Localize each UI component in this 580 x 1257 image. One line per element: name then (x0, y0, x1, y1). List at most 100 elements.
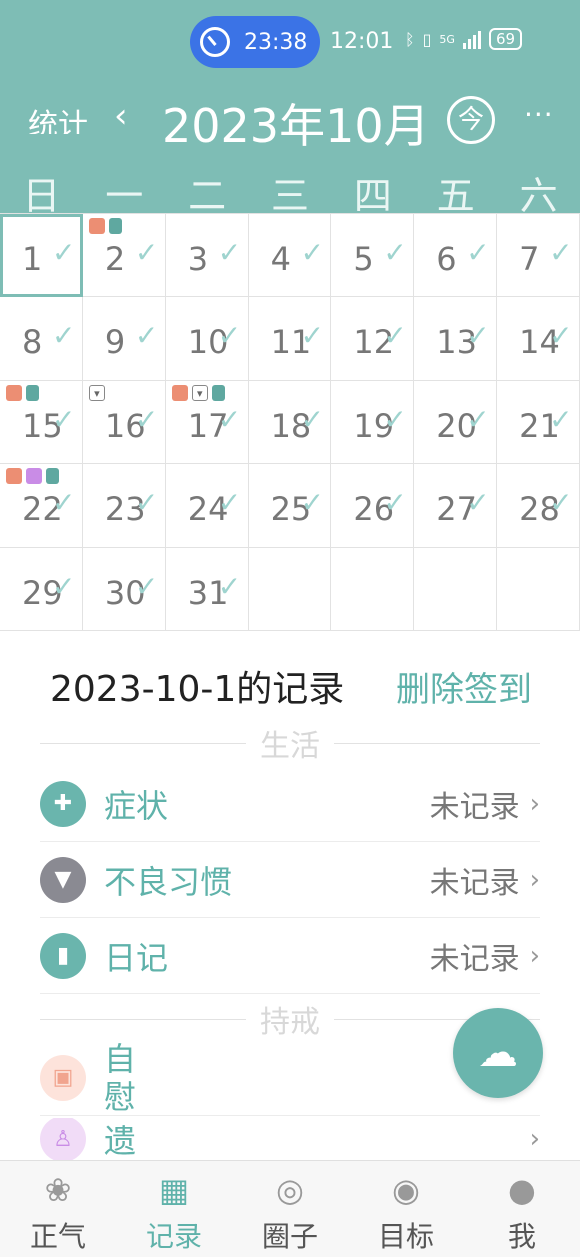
tab-goals[interactable]: ◉ 目标 (348, 1161, 464, 1257)
checkin-check-icon: ✓ (217, 236, 242, 269)
calendar-day[interactable]: 19 ✓ (331, 380, 415, 465)
calendar-day[interactable]: 6 ✓ (414, 214, 498, 298)
calendar-day[interactable]: 24 ✓ (165, 464, 249, 548)
calendar-day[interactable]: 30 ✓ (82, 547, 166, 631)
calendar-day[interactable]: 1 ✓ (0, 214, 83, 298)
calendar-day[interactable]: 29 ✓ (0, 547, 83, 631)
weekday-label: 六 (519, 174, 558, 218)
calendar-day[interactable]: 3 ✓ (165, 214, 249, 298)
circle-icon: ◎ (276, 1171, 304, 1209)
record-row-symptom[interactable]: ✚ 症状 未记录 › (40, 766, 540, 842)
record-row-bad-habit[interactable]: ▼ 不良习惯 未记录 › (40, 842, 540, 918)
calendar-day[interactable]: 25 ✓ (248, 464, 332, 548)
calendar-empty-cell (497, 547, 580, 631)
cloud-sync-button[interactable]: ☁ (453, 1008, 543, 1098)
tissue-icon (88, 218, 105, 234)
calendar-day[interactable]: 9 ✓ (82, 297, 166, 381)
checkin-check-icon: ✓ (52, 236, 76, 269)
chevron-right-icon: › (529, 1124, 540, 1154)
thumbs-down-icon: ▾ (88, 384, 105, 401)
tab-me[interactable]: ● 我 (464, 1161, 580, 1257)
calendar-day[interactable]: 12 ✓ (331, 297, 415, 381)
record-value: 未记录 (429, 941, 520, 977)
tab-label: 正气 (29, 1220, 86, 1253)
day-number: 7 (519, 240, 540, 278)
calendar-day[interactable]: 22 ✓ (0, 464, 83, 548)
calendar-day[interactable]: 11 ✓ (248, 297, 332, 381)
tab-zhengqi[interactable]: ❀ 正气 (0, 1161, 116, 1257)
tab-records[interactable]: ▦ 记录 (116, 1161, 232, 1257)
today-button[interactable]: 今 (447, 96, 495, 144)
record-label: 自慰 (104, 1039, 137, 1116)
tissue-icon: ▣ (40, 1054, 86, 1101)
calendar-day[interactable]: 17 ✓ ▾ (165, 380, 249, 465)
person-icon: ● (508, 1171, 536, 1209)
book-icon (26, 384, 39, 401)
tissue-icon (171, 384, 188, 401)
checkin-check-icon: ✓ (549, 236, 573, 269)
thumbs-down-icon: ▼ (40, 856, 86, 903)
checkin-check-icon: ✓ (383, 402, 407, 436)
calendar-day[interactable]: 26 ✓ (331, 464, 415, 548)
tab-circle[interactable]: ◎ 圈子 (232, 1161, 348, 1257)
checkin-check-icon: ✓ (466, 236, 490, 269)
tissue-icon (6, 468, 22, 485)
weekday-label: 四 (353, 174, 392, 218)
month-title[interactable]: 2023年10月 (162, 90, 430, 156)
status-clock: 12:01 (330, 29, 394, 54)
network-label: 5G (439, 32, 455, 46)
calendar-day[interactable]: 15 ✓ (0, 380, 83, 465)
record-value: 未记录 (429, 789, 520, 825)
calendar-day[interactable]: 20 ✓ (414, 380, 498, 465)
weekday-label: 日 (22, 174, 61, 218)
battery-icon: 69 (488, 28, 523, 50)
day-markers: ▾ (88, 384, 105, 401)
calendar-icon: ▦ (158, 1171, 190, 1209)
calendar-day[interactable]: 10 ✓ (165, 297, 249, 381)
day-number: 9 (104, 323, 126, 362)
calendar-empty-cell (248, 547, 332, 631)
book-icon (108, 218, 122, 234)
section-divider-life: 生活 (40, 728, 540, 764)
app-header: 23:38 12:01 ᛒ ▯ 5G 69 统计 ‹ 2023年10月 今 ··… (0, 0, 580, 218)
day-markers (88, 218, 122, 234)
calendar-day[interactable]: 31 ✓ (165, 547, 249, 631)
calendar-day[interactable]: 7 ✓ (497, 214, 580, 298)
calendar-day[interactable]: 5 ✓ (331, 214, 415, 298)
calendar-day[interactable]: 13 ✓ (414, 297, 498, 381)
record-label: 日记 (104, 938, 169, 977)
checkin-check-icon: ✓ (52, 486, 76, 520)
tab-label: 圈子 (261, 1220, 318, 1253)
calendar-day[interactable]: 16 ✓ ▾ (82, 380, 166, 465)
calendar-day[interactable]: 4 ✓ (248, 214, 332, 298)
calendar-day[interactable]: 27 ✓ (414, 464, 498, 548)
calendar-day[interactable]: 18 ✓ (248, 380, 332, 465)
checkin-check-icon: ✓ (217, 486, 242, 520)
record-row-abstain-2[interactable]: ♙ 遗 › (40, 1118, 540, 1160)
more-icon[interactable]: ··· (524, 98, 554, 131)
calendar-day[interactable]: 8 ✓ (0, 297, 83, 381)
stats-button[interactable]: 统计 (28, 100, 88, 134)
record-label: 不良习惯 (104, 862, 233, 901)
day-number: 2 (104, 240, 126, 278)
person-icon: ♙ (40, 1118, 86, 1160)
calendar-day[interactable]: 21 ✓ (497, 380, 580, 465)
weekday-label: 一 (105, 174, 144, 218)
system-icons: ᛒ ▯ 5G 69 (405, 28, 523, 50)
chevron-left-icon[interactable]: ‹ (114, 96, 128, 136)
calendar-day[interactable]: 2 ✓ (82, 214, 166, 298)
timer-pill[interactable]: 23:38 (190, 16, 320, 68)
checkin-check-icon: ✓ (52, 319, 76, 353)
medkit-icon: ✚ (40, 780, 86, 827)
checkin-check-icon: ✓ (52, 402, 76, 436)
tab-label: 目标 (377, 1220, 434, 1253)
calendar-day[interactable]: 23 ✓ (82, 464, 166, 548)
weekday-header: 日 一 二 三 四 五 六 (0, 165, 580, 220)
calendar-day[interactable]: 28 ✓ (497, 464, 580, 548)
calendar-day[interactable]: 14 ✓ (497, 297, 580, 381)
calendar-grid: 1 ✓ 2 ✓ 3 ✓ 4 ✓ 5 ✓ 6 ✓ 7 ✓ 8 ✓ 9 ✓ 10 ✓ 11 ✓ 12 ✓ 13 ✓ 14 ✓ 15 ✓ 16 ✓ ▾… (0, 213, 580, 631)
book-icon: ▮ (40, 932, 86, 979)
delete-checkin-link[interactable]: 删除签到 (396, 662, 532, 711)
record-row-diary[interactable]: ▮ 日记 未记录 › (40, 918, 540, 994)
lotus-icon: ❀ (44, 1171, 72, 1209)
